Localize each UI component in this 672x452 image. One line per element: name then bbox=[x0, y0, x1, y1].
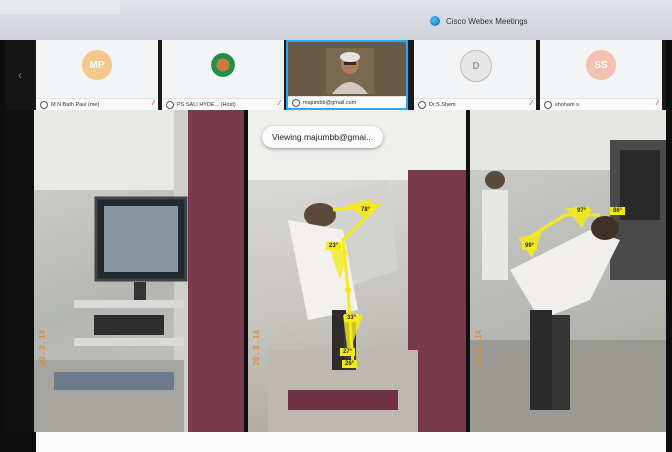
participant-name: Dr.S.Shem bbox=[429, 101, 456, 108]
angle-tag: 78° bbox=[358, 206, 374, 214]
participant-label: shoham s ⁄ bbox=[540, 98, 662, 110]
participant-icon bbox=[418, 100, 426, 109]
participant-label: M N Bath Paul (me) ⁄ bbox=[36, 98, 158, 110]
angle-tag: 26° bbox=[342, 360, 358, 368]
angle-tag: 86° bbox=[610, 207, 626, 215]
webex-logo-icon bbox=[430, 16, 440, 26]
participant-tile[interactable]: MP M N Bath Paul (me) ⁄ bbox=[36, 40, 158, 110]
angle-tag: 23° bbox=[326, 242, 342, 250]
participant-strip: ‹ MP M N Bath Paul (me) ⁄ PS SALI HYDE..… bbox=[6, 40, 666, 110]
photo-timestamp: 20 . 3 . 14 bbox=[38, 330, 47, 366]
mic-muted-icon[interactable]: ⁄ bbox=[279, 100, 280, 107]
mic-muted-icon[interactable]: ⁄ bbox=[153, 100, 154, 107]
participant-icon bbox=[40, 100, 48, 109]
shared-photo-2: 78° 23° 33° 27° 26° 20 . 3 . 14 bbox=[248, 110, 466, 432]
photo-posture-analysis bbox=[248, 110, 466, 432]
avatar bbox=[208, 50, 238, 80]
participant-label: PS SALI HYDE... (Host) ⁄ bbox=[162, 98, 284, 110]
participant-icon bbox=[166, 100, 174, 109]
participant-name: PS SALI HYDE... (Host) bbox=[177, 101, 236, 108]
mic-muted-icon[interactable]: ⁄ bbox=[531, 100, 532, 107]
participant-icon bbox=[292, 98, 300, 107]
participant-name: M N Bath Paul (me) bbox=[51, 101, 100, 108]
shared-photo-3: 99° 97° 86° 20 . 3 . 14 bbox=[470, 110, 666, 432]
avatar: SS bbox=[586, 50, 616, 80]
angle-tag: 27° bbox=[340, 348, 356, 356]
app-title: Cisco Webex Meetings bbox=[430, 16, 528, 26]
angle-tag: 97° bbox=[574, 207, 590, 215]
angle-tag: 33° bbox=[344, 314, 360, 322]
photo-workstation bbox=[34, 110, 244, 432]
photo-timestamp: 20 . 3 . 14 bbox=[474, 330, 483, 366]
participant-label: Dr.S.Shem ⁄ bbox=[414, 98, 536, 110]
shared-photo-1: 20 . 3 . 14 bbox=[34, 110, 244, 432]
participant-video bbox=[326, 48, 374, 94]
participant-name: shoham s bbox=[555, 101, 579, 108]
bottom-content-strip bbox=[36, 432, 666, 452]
angle-tag: 99° bbox=[522, 242, 538, 250]
window-titlebar: Cisco Webex Meetings bbox=[0, 0, 672, 40]
participant-name: majumbb@gmail.com bbox=[303, 99, 357, 106]
participant-tile[interactable]: PS SALI HYDE... (Host) ⁄ bbox=[162, 40, 284, 110]
titlebar-left bbox=[0, 0, 120, 14]
photo-worker-bending bbox=[470, 110, 666, 432]
participant-label: majumbb@gmail.com bbox=[288, 96, 406, 108]
mic-muted-icon[interactable]: ⁄ bbox=[657, 100, 658, 107]
app-title-text: Cisco Webex Meetings bbox=[446, 16, 528, 26]
shared-content: 20 . 3 . 14 78° 23° 33° 27° 26° 20 . 3 .… bbox=[6, 110, 666, 432]
photo-timestamp: 20 . 3 . 14 bbox=[252, 330, 261, 366]
participant-tile[interactable]: D Dr.S.Shem ⁄ bbox=[414, 40, 536, 110]
avatar: D bbox=[460, 50, 492, 82]
participant-tile-active-speaker[interactable]: majumbb@gmail.com bbox=[286, 40, 408, 110]
participant-tile[interactable]: SS shoham s ⁄ bbox=[540, 40, 662, 110]
viewing-indicator[interactable]: Viewing majumbb@gmai... bbox=[262, 126, 384, 148]
participant-icon bbox=[544, 100, 552, 109]
scroll-left-button[interactable]: ‹ bbox=[6, 40, 34, 110]
avatar: MP bbox=[82, 50, 112, 80]
